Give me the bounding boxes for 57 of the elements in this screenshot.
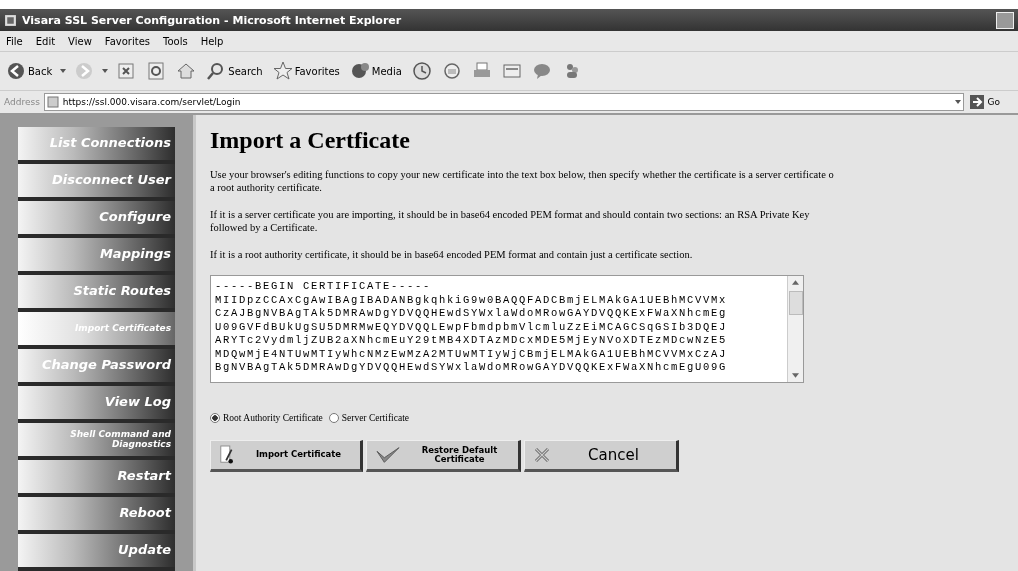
sidebar-item[interactable]: Disconnect User [18, 164, 175, 201]
mail-icon [441, 61, 462, 81]
star-icon [272, 61, 293, 81]
home-icon [176, 61, 197, 81]
browser-icon [4, 13, 17, 27]
go-button[interactable]: Go [967, 95, 1014, 109]
page-heading: Import a Certficate [210, 127, 411, 154]
scroll-down-icon[interactable] [792, 373, 799, 378]
minimize-button[interactable] [996, 11, 1014, 29]
sidebar-item[interactable]: Mappings [18, 238, 175, 275]
page-icon [46, 96, 59, 108]
sidebar-item[interactable]: Configure [18, 201, 175, 238]
search-button[interactable]: Search [204, 59, 265, 83]
dropdown-arrow-icon[interactable] [954, 100, 961, 104]
media-button[interactable]: Media [347, 59, 404, 83]
scroll-up-icon[interactable] [792, 280, 799, 285]
menu-item[interactable]: Edit [35, 35, 56, 47]
address-label: Address [4, 97, 40, 107]
scrollbar-thumb[interactable] [788, 291, 803, 315]
import-button[interactable]: Import Certificate [210, 440, 363, 472]
checkmark-icon [375, 444, 401, 466]
sidebar-item[interactable]: Reboot [18, 497, 175, 534]
media-icon [349, 61, 370, 81]
sidebar-item[interactable]: List Connections [18, 127, 175, 164]
menu-item[interactable]: Tools [163, 35, 188, 47]
certificate-text-area[interactable]: -----BEGIN CERTIFICATE----- MIIDpzCCAxCgAwIBAgIBADANBgkqhkiG9w0BAQQFADCBmjELMAkGA1UEBhMCVVMx CzAJBgNVBAgTAk5DMRAwDgYDVQQHEwdSYWxlaWdoMRowGAYDVQQKExFWaXNhcmEg U09GVFdBUkUgSU5DMRMwEQYDVQQLEwpFbmdpbmVlcmluZzEiMCAGCSqGSIb3DQEJ ARYTc2VydmljZUB2aXNhcmEuY29tMB4XDTAzMDcxMDE5MjEyNVoXDTEzMDcwNzE5 MDQwMjE4NTUwMTIyWhcNMzEwMzA2MTUwMTIyWjCBmjELMAkGA1UEBhMCVVMxCzAJ BgNVBAgTAk5DMRAwDgYDVQQHEwdSYWxlaWdoMRowGAYDVQQKExFWaXNhcmEgU09G [210, 275, 804, 383]
dropdown-caret-icon[interactable] [102, 69, 109, 73]
back-button[interactable]: Back [4, 59, 55, 83]
menu-item[interactable]: View [68, 35, 92, 47]
radio-label: Server Certificate [341, 413, 409, 423]
restore-button[interactable]: Restore Default Certificate [366, 440, 521, 472]
favorites-button[interactable]: Favorites [270, 59, 342, 83]
sidebar-item[interactable]: Update [18, 534, 175, 571]
window-title: Visara SSL Server Configuration - Microsoft Internet Explorer [22, 13, 402, 27]
menu-item[interactable]: File [6, 35, 23, 47]
scrollbar[interactable] [787, 276, 803, 382]
clock-icon [411, 61, 432, 81]
dropdown-caret-icon[interactable] [60, 69, 67, 73]
go-arrow-icon [969, 95, 984, 109]
stop-icon [116, 61, 137, 81]
sidebar-item[interactable]: Shell Command and Diagnostics [18, 423, 175, 460]
instruction-text: If it is a server certificate you are importing, it should be in base64 encoded PEM format and should contain two sections: an RSA Private Key followed by a Certificate. [210, 208, 811, 234]
radio-button[interactable] [210, 413, 220, 423]
edit-icon [501, 61, 522, 81]
cancel-button[interactable]: Cancel [524, 440, 679, 472]
sidebar-item[interactable]: Static Routes [18, 275, 175, 312]
radio-label: Root Authority Certificate [223, 413, 323, 423]
refresh-icon [146, 61, 167, 81]
instruction-text: Use your browser's editing functions to copy your new certificate into the text box below, then specify whether the certificate is a server certificate o a root authority certificate. [210, 168, 835, 194]
speech-bubble-icon [531, 61, 552, 81]
instruction-text: If it is a root authority certificate, it should be in base64 encoded PEM format and contain just a certificate section. [210, 248, 694, 261]
sidebar-item[interactable]: View Log [18, 386, 175, 423]
radio-button[interactable] [328, 413, 339, 423]
menu-item[interactable]: Help [200, 35, 224, 47]
menu-item[interactable]: Favorites [104, 35, 150, 47]
sidebar-item[interactable]: Restart [18, 460, 175, 497]
address-field[interactable]: https://ssl.000.visara.com/servlet/Login [43, 93, 964, 111]
